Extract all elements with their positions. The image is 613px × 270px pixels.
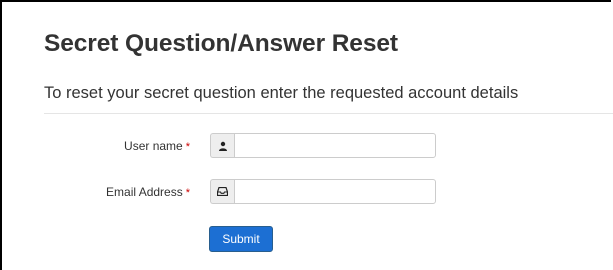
inbox-icon	[210, 179, 234, 204]
username-label-text: User name	[124, 139, 183, 153]
email-label-text: Email Address	[106, 185, 183, 199]
email-input-group	[210, 179, 436, 204]
page-title: Secret Question/Answer Reset	[44, 30, 398, 57]
page-subtitle: To reset your secret question enter the …	[44, 84, 519, 102]
required-marker: *	[185, 187, 190, 199]
submit-button[interactable]: Submit	[209, 226, 273, 252]
username-label: User name *	[30, 139, 190, 153]
username-input[interactable]	[234, 133, 436, 158]
required-marker: *	[185, 141, 190, 153]
user-icon	[210, 133, 234, 158]
email-label: Email Address *	[30, 185, 190, 199]
email-input[interactable]	[234, 179, 436, 204]
divider	[44, 113, 613, 114]
username-input-group	[210, 133, 436, 158]
